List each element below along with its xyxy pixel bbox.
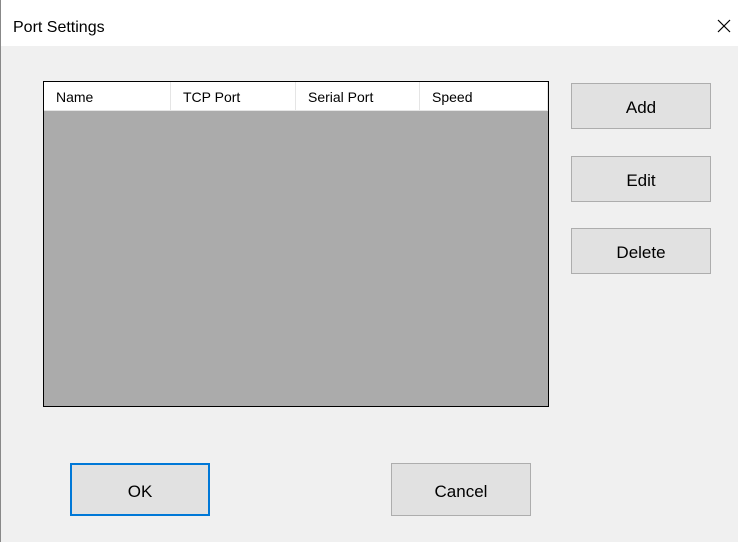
column-header-label: TCP Port xyxy=(183,89,241,105)
column-header-tcp-port[interactable]: TCP Port xyxy=(171,82,296,110)
port-list[interactable]: Name TCP Port Serial Port Speed xyxy=(43,81,549,407)
column-header-label: Speed xyxy=(432,89,473,105)
title-bar: Port Settings xyxy=(1,0,738,46)
cancel-button[interactable]: Cancel xyxy=(391,463,531,516)
close-button[interactable] xyxy=(709,10,738,42)
port-list-header: Name TCP Port Serial Port Speed xyxy=(44,82,548,111)
column-header-serial-port[interactable]: Serial Port xyxy=(296,82,420,110)
close-icon xyxy=(717,19,731,33)
ok-button[interactable]: OK xyxy=(70,463,210,516)
column-divider[interactable] xyxy=(547,82,548,110)
port-list-body[interactable] xyxy=(44,111,548,406)
add-button[interactable]: Add xyxy=(571,83,711,129)
delete-button[interactable]: Delete xyxy=(571,228,711,274)
port-settings-dialog: Port Settings Name TCP Port Serial Port xyxy=(0,0,738,542)
column-header-label: Name xyxy=(56,89,94,105)
column-header-label: Serial Port xyxy=(308,89,374,105)
column-header-speed[interactable]: Speed xyxy=(420,82,548,110)
edit-button[interactable]: Edit xyxy=(571,156,711,202)
column-header-name[interactable]: Name xyxy=(44,82,171,110)
dialog-title: Port Settings xyxy=(13,19,105,36)
